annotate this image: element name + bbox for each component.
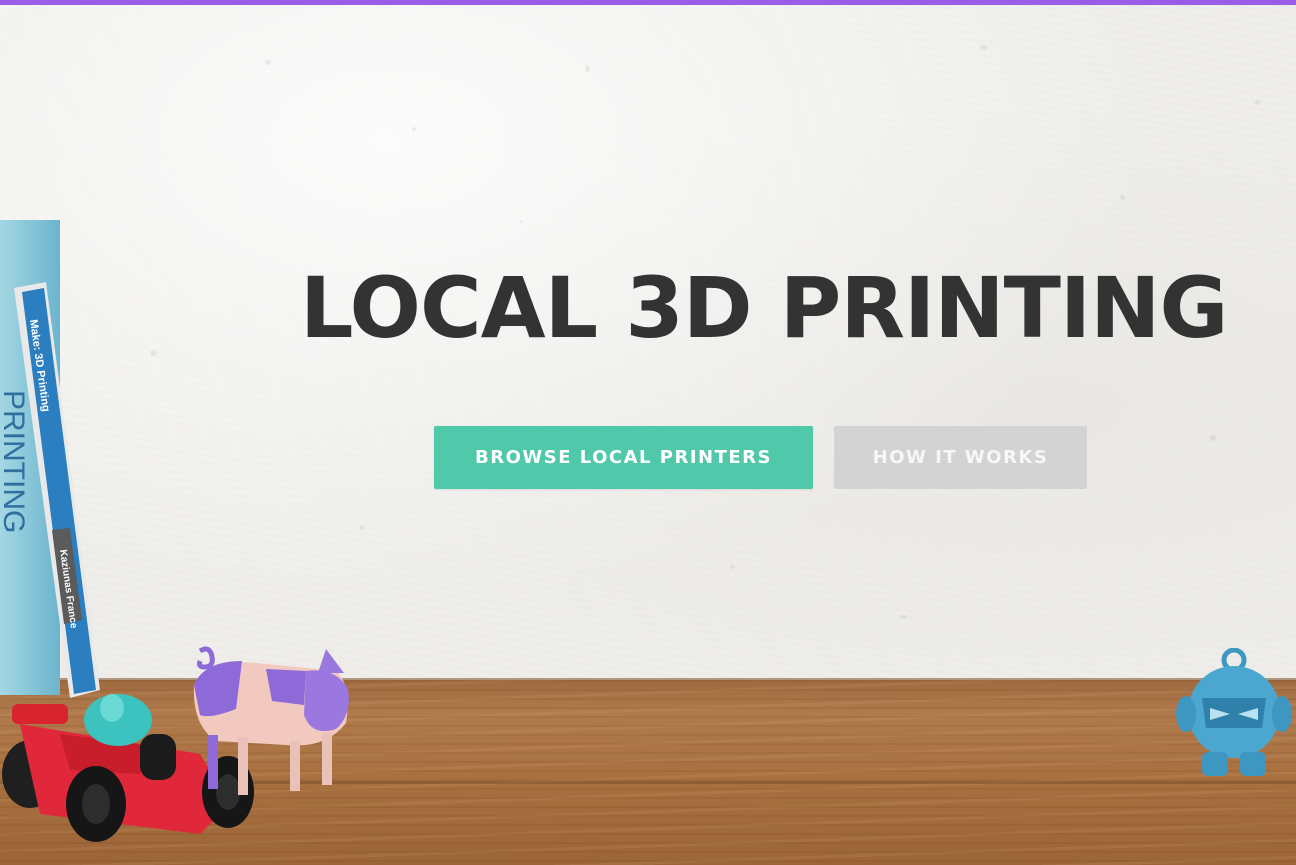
book-spine-printing: PRINTING	[0, 390, 30, 533]
pig-figurine-icon	[193, 646, 349, 795]
stack-of-books-icon: PRINTING Make: 3D Printing Kaziunas Fran…	[0, 220, 100, 698]
hero-section: LOCAL 3D PRINTING BROWSE LOCAL PRINTERS …	[0, 0, 1296, 865]
browse-local-printers-button[interactable]: BROWSE LOCAL PRINTERS	[434, 426, 813, 489]
top-accent-bar	[0, 0, 1296, 5]
robot-keychain-icon	[1176, 648, 1292, 776]
page-title: LOCAL 3D PRINTING	[300, 259, 1228, 357]
how-it-works-button[interactable]: HOW IT WORKS	[834, 426, 1087, 489]
